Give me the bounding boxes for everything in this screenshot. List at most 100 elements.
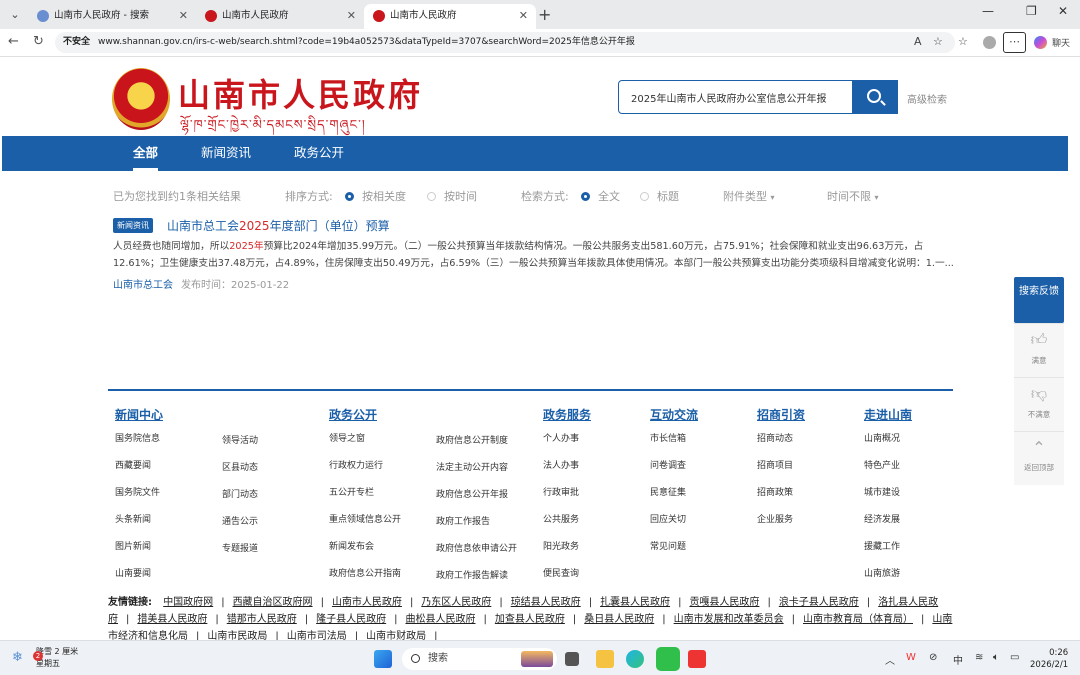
ime-indicator[interactable]: 中 — [953, 652, 963, 667]
task-view-icon[interactable] — [565, 652, 579, 666]
volume-icon[interactable]: 🔈︎ — [993, 652, 999, 663]
footer-link[interactable]: 民意征集 — [650, 485, 686, 498]
unsatisfied-button[interactable]: 👎︎ 不满意 — [1014, 377, 1064, 431]
advanced-search-link[interactable]: 高级检索 — [907, 91, 947, 106]
mode-full-radio[interactable]: 全文 — [581, 188, 620, 204]
wechat-icon[interactable] — [656, 647, 680, 671]
footer-column-heading[interactable]: 新闻中心 — [115, 406, 163, 423]
friend-link[interactable]: 隆子县人民政府 — [316, 614, 386, 625]
browser-tab-search[interactable]: 山南市人民政府 - 搜索 ✕ — [28, 4, 196, 29]
edge-browser-icon[interactable] — [626, 650, 644, 668]
mode-title-radio[interactable]: 标题 — [640, 188, 679, 204]
tab-gov-affairs[interactable]: 政务公开 — [294, 136, 344, 171]
weather-widget[interactable]: ❄ 2 降雪 2 厘米 星期五 — [12, 646, 78, 670]
close-tab-icon[interactable]: ✕ — [347, 4, 356, 28]
footer-link[interactable]: 回应关切 — [650, 512, 686, 525]
footer-link[interactable]: 山南概况 — [864, 431, 900, 444]
footer-link[interactable]: 政府信息公开制度 — [436, 433, 508, 446]
footer-column-heading[interactable]: 招商引资 — [757, 406, 805, 423]
footer-link[interactable]: 市长信箱 — [650, 431, 686, 444]
footer-link[interactable]: 五公开专栏 — [329, 485, 374, 498]
friend-link[interactable]: 山南市教育局（体育局） — [803, 614, 913, 625]
footer-link[interactable]: 西藏要闻 — [115, 458, 151, 471]
refresh-icon[interactable]: ↻ — [33, 34, 44, 49]
footer-link[interactable]: 援藏工作 — [864, 539, 900, 552]
footer-link[interactable]: 山南要闻 — [115, 566, 151, 579]
footer-link[interactable]: 问卷调查 — [650, 458, 686, 471]
footer-link[interactable]: 政府工作报告 — [436, 514, 490, 527]
footer-column-heading[interactable]: 政务公开 — [329, 406, 377, 423]
system-clock[interactable]: 0:26 2026/2/1 — [1030, 647, 1068, 671]
friend-link[interactable]: 山南市财政局 — [366, 631, 426, 640]
windows-start-icon[interactable] — [374, 650, 392, 668]
close-window-icon[interactable]: ✕ — [1058, 4, 1068, 18]
show-hidden-icons-icon[interactable]: ︿ — [885, 652, 895, 667]
footer-link[interactable]: 招商政策 — [757, 485, 793, 498]
footer-link[interactable]: 通告公示 — [222, 514, 258, 527]
footer-link[interactable]: 阳光政务 — [543, 539, 579, 552]
friend-link[interactable]: 西藏自治区政府网 — [233, 597, 313, 608]
friend-link[interactable]: 曲松县人民政府 — [406, 614, 476, 625]
back-arrow-icon[interactable]: ← — [8, 34, 19, 49]
friend-link[interactable]: 贡嘎县人民政府 — [689, 597, 759, 608]
attachment-type-dropdown[interactable]: 附件类型 ▾ — [723, 188, 775, 204]
footer-link[interactable]: 便民查询 — [543, 566, 579, 579]
time-range-dropdown[interactable]: 时间不限 ▾ — [827, 188, 879, 204]
footer-column-heading[interactable]: 互动交流 — [650, 406, 698, 423]
friend-link[interactable]: 山南市发展和改革委员会 — [674, 614, 784, 625]
footer-link[interactable]: 领导活动 — [222, 433, 258, 446]
friend-link[interactable]: 措美县人民政府 — [137, 614, 207, 625]
search-button[interactable] — [852, 80, 898, 114]
browser-tab-active[interactable]: 山南市人民政府 ✕ — [364, 4, 536, 29]
footer-link[interactable]: 重点领域信息公开 — [329, 512, 401, 525]
footer-link[interactable]: 招商项目 — [757, 458, 793, 471]
footer-link[interactable]: 政府信息依申请公开 — [436, 541, 517, 554]
tab-news[interactable]: 新闻资讯 — [201, 136, 251, 171]
sort-time-radio[interactable]: 按时间 — [427, 188, 477, 204]
taskbar-search[interactable]: 搜索 — [402, 648, 557, 670]
more-menu-icon[interactable]: ⋯ — [1003, 32, 1026, 53]
browser-tab-2[interactable]: 山南市人民政府 ✕ — [196, 4, 364, 29]
sort-relevance-radio[interactable]: 按相关度 — [345, 188, 406, 204]
footer-link[interactable]: 个人办事 — [543, 431, 579, 444]
friend-link[interactable]: 山南市司法局 — [287, 631, 347, 640]
result-title-link[interactable]: 山南市总工会2025年度部门（单位）预算 — [167, 217, 390, 234]
friend-link[interactable]: 山南市人民政府 — [332, 597, 402, 608]
footer-link[interactable]: 企业服务 — [757, 512, 793, 525]
copilot-icon[interactable] — [1034, 36, 1047, 49]
footer-link[interactable]: 头条新闻 — [115, 512, 151, 525]
footer-link[interactable]: 特色产业 — [864, 458, 900, 471]
friend-link[interactable]: 浪卡子县人民政府 — [779, 597, 859, 608]
footer-link[interactable]: 国务院信息 — [115, 431, 160, 444]
copilot-chat-label[interactable]: 聊天 — [1052, 36, 1070, 49]
friend-link[interactable]: 加查县人民政府 — [495, 614, 565, 625]
footer-link[interactable]: 城市建设 — [864, 485, 900, 498]
friend-link[interactable]: 山南市民政局 — [207, 631, 267, 640]
footer-link[interactable]: 专题报道 — [222, 541, 258, 554]
search-input[interactable] — [619, 81, 852, 113]
footer-link[interactable]: 行政权力运行 — [329, 458, 383, 471]
footer-link[interactable]: 行政审批 — [543, 485, 579, 498]
network-off-icon[interactable]: ⊘ — [929, 652, 937, 663]
footer-link[interactable]: 经济发展 — [864, 512, 900, 525]
favorites-list-icon[interactable]: ☆ — [958, 35, 968, 48]
wps-tray-icon[interactable]: W — [906, 652, 916, 663]
footer-link[interactable]: 法人办事 — [543, 458, 579, 471]
file-explorer-icon[interactable] — [596, 650, 614, 668]
friend-link[interactable]: 桑日县人民政府 — [584, 614, 654, 625]
back-to-top-button[interactable]: ⌃ 返回顶部 — [1014, 431, 1064, 485]
friend-link[interactable]: 琼结县人民政府 — [511, 597, 581, 608]
read-aloud-icon[interactable]: A — [914, 35, 922, 48]
footer-link[interactable]: 山南旅游 — [864, 566, 900, 579]
tab-all[interactable]: 全部 — [133, 136, 159, 171]
url-field[interactable]: 不安全 www.shannan.gov.cn/irs-c-web/search.s… — [55, 32, 955, 53]
footer-column-heading[interactable]: 政务服务 — [543, 406, 591, 423]
minimize-icon[interactable]: — — [982, 4, 994, 18]
restore-icon[interactable]: ❐ — [1026, 4, 1037, 18]
footer-link[interactable]: 常见问题 — [650, 539, 686, 552]
footer-link[interactable]: 政府信息公开年报 — [436, 487, 508, 500]
footer-link[interactable]: 图片新闻 — [115, 539, 151, 552]
footer-link[interactable]: 政府信息公开指南 — [329, 566, 401, 579]
result-source-link[interactable]: 山南市总工会 — [113, 280, 173, 291]
search-feedback-button[interactable]: 搜索反馈 — [1014, 277, 1064, 323]
